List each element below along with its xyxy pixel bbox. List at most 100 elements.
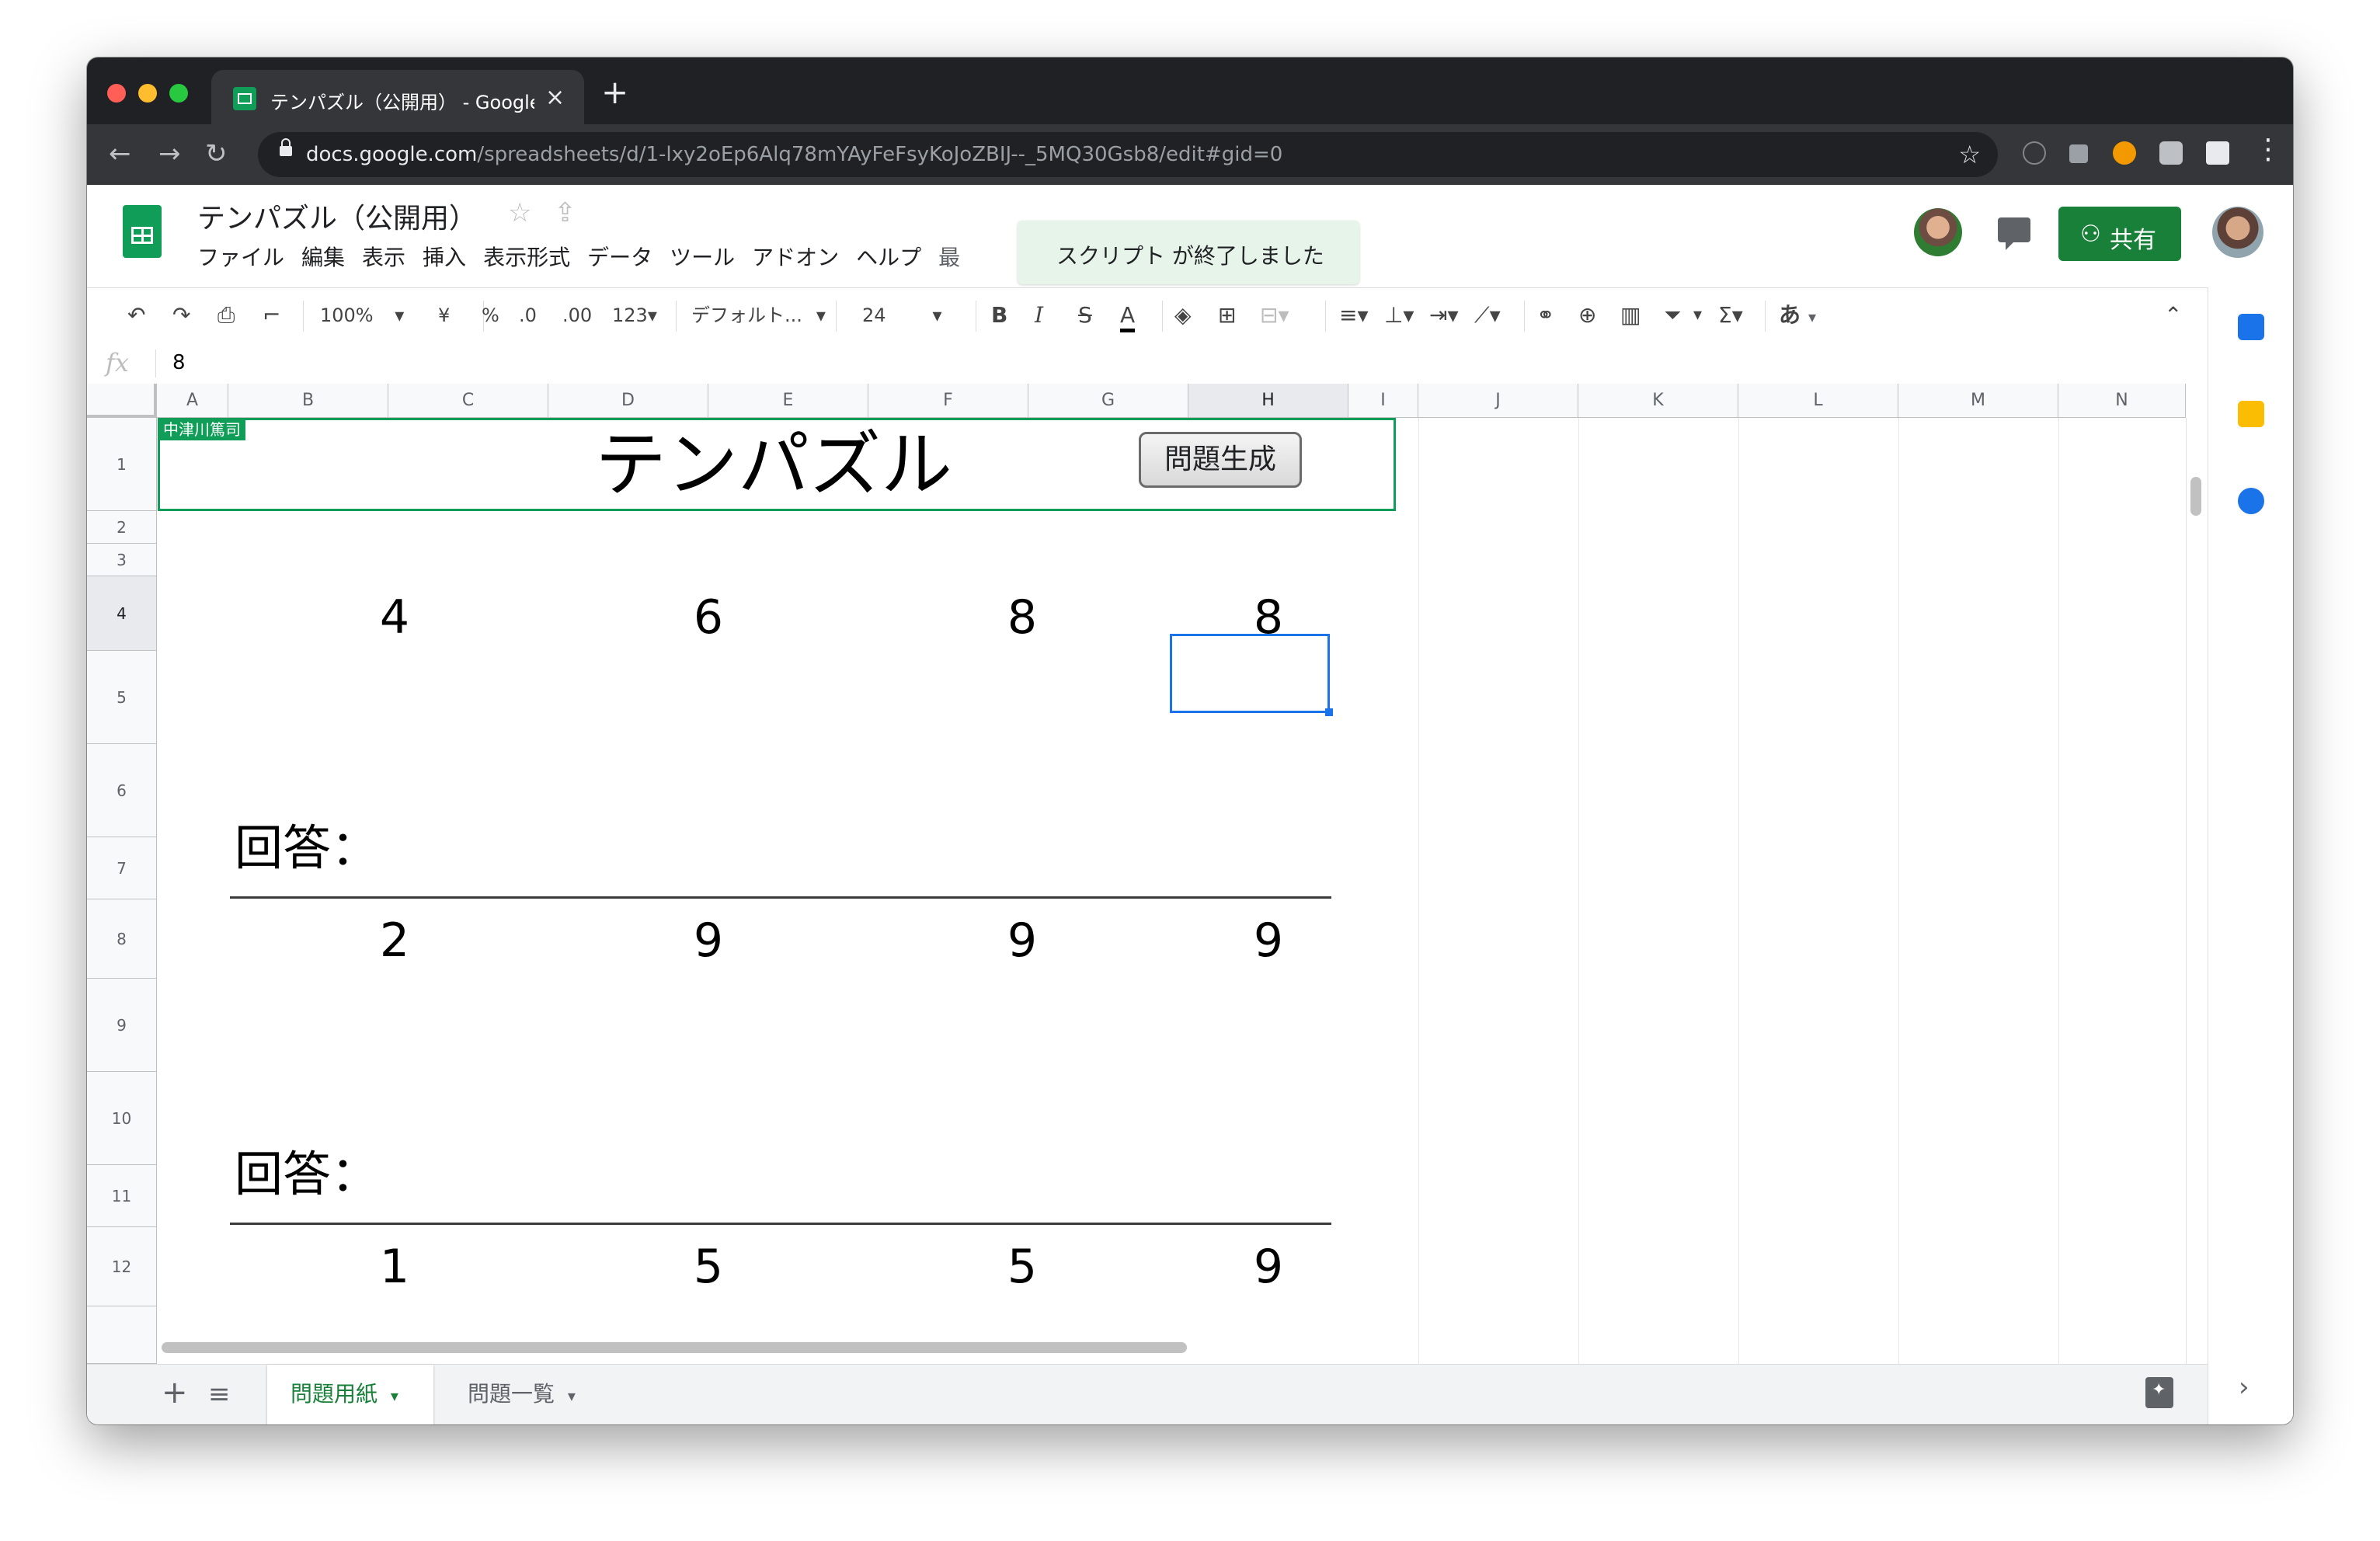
zoom-window-button[interactable] <box>169 84 188 103</box>
merge-cells-icon[interactable]: ⊟▾ <box>1260 302 1289 329</box>
forward-arrow-icon[interactable]: → <box>158 138 181 169</box>
row-header-12[interactable]: 12 <box>87 1227 157 1306</box>
column-header-d[interactable]: D <box>548 384 708 418</box>
close-window-button[interactable] <box>107 84 126 103</box>
star-icon[interactable]: ☆ <box>508 197 531 228</box>
row-header-13[interactable] <box>87 1306 157 1364</box>
column-header-k[interactable]: K <box>1578 384 1738 418</box>
account-avatar[interactable] <box>2212 207 2263 258</box>
document-title[interactable]: テンパズル（公開用） <box>197 196 477 236</box>
borders-icon[interactable]: ⊞ <box>1218 302 1236 329</box>
column-header-n[interactable]: N <box>2058 384 2186 418</box>
bookmark-star-icon[interactable]: ☆ <box>1958 140 1981 169</box>
collaborator-avatar[interactable] <box>1914 208 1962 256</box>
menu-edit[interactable]: 編集 <box>301 241 345 272</box>
puzzle-number-cell[interactable]: 6 <box>646 590 771 645</box>
bold-button[interactable]: B <box>991 302 1007 329</box>
menu-help[interactable]: ヘルプ <box>856 241 921 272</box>
menu-addons[interactable]: アドオン <box>752 241 839 272</box>
zoom-select[interactable]: 100% ▾ <box>320 302 404 329</box>
tasks-icon[interactable] <box>2238 488 2264 514</box>
menu-insert[interactable]: 挿入 <box>423 241 466 272</box>
share-button[interactable]: ⚇ 共有 <box>2058 207 2181 261</box>
collapse-menus-icon[interactable]: ⌃ <box>2164 302 2182 329</box>
back-arrow-icon[interactable]: ← <box>109 138 131 169</box>
currency-button[interactable]: ¥ <box>438 302 450 329</box>
column-header-h[interactable]: H <box>1188 384 1348 418</box>
all-sheets-icon[interactable]: ≡ <box>208 1377 231 1411</box>
browser-tab[interactable]: テンパズル（公開用） - Google ス × <box>211 70 584 124</box>
formula-input[interactable]: 8 <box>172 351 186 374</box>
column-header-f[interactable]: F <box>868 384 1028 418</box>
number-format-select[interactable]: 123▾ <box>612 302 657 329</box>
insert-link-icon[interactable]: ⚭ <box>1536 302 1554 329</box>
browser-menu-icon[interactable]: ⋮ <box>2254 134 2282 165</box>
calendar-icon[interactable] <box>2238 314 2264 340</box>
address-bar[interactable]: docs.google.com/spreadsheets/d/1-lxy2oEp… <box>258 132 1998 177</box>
font-family-select[interactable]: デフォルト... ▾ <box>691 302 826 329</box>
redo-icon[interactable]: ↷ <box>172 302 190 329</box>
row-header-6[interactable]: 6 <box>87 744 157 837</box>
puzzle-number-cell[interactable]: 9 <box>1188 1240 1348 1294</box>
row-header-7[interactable]: 7 <box>87 837 157 899</box>
menu-last-edit[interactable]: 最 <box>938 241 960 272</box>
column-header-j[interactable]: J <box>1418 384 1578 418</box>
minimize-window-button[interactable] <box>138 84 157 103</box>
row-header-3[interactable]: 3 <box>87 544 157 576</box>
sheet-tab-active[interactable]: 問題用紙 ▾ <box>267 1365 433 1424</box>
insert-comment-icon[interactable]: ⊕ <box>1578 302 1596 329</box>
info-extension-icon[interactable] <box>2023 141 2046 165</box>
paint-format-icon[interactable]: ⌐ <box>263 302 280 329</box>
decrease-decimal-button[interactable]: .0 <box>519 302 537 329</box>
generate-problem-button[interactable]: 問題生成 <box>1139 432 1302 488</box>
font-size-select[interactable]: 24 ▾ <box>862 302 942 329</box>
text-wrap-icon[interactable]: ⇥▾ <box>1429 302 1459 329</box>
tab-close-icon[interactable]: × <box>545 84 565 111</box>
vertical-align-icon[interactable]: ⊥▾ <box>1384 302 1414 329</box>
filter-views-chevron-icon[interactable]: ▾ <box>1693 302 1702 329</box>
insert-chart-icon[interactable]: ▥ <box>1620 302 1641 329</box>
column-header-c[interactable]: C <box>388 384 548 418</box>
row-header-11[interactable]: 11 <box>87 1165 157 1227</box>
column-header-l[interactable]: L <box>1738 384 1898 418</box>
functions-icon[interactable]: Σ▾ <box>1718 302 1743 329</box>
percent-button[interactable]: % <box>482 302 499 329</box>
filter-icon[interactable]: ⏷ <box>1664 302 1681 329</box>
sheets-logo-icon[interactable] <box>123 205 162 258</box>
italic-button[interactable]: I <box>1035 302 1043 329</box>
select-all-corner[interactable] <box>87 384 157 418</box>
keep-icon[interactable] <box>2238 401 2264 427</box>
row-header-5[interactable]: 5 <box>87 651 157 744</box>
puzzle-number-cell[interactable]: 2 <box>332 913 457 968</box>
new-tab-button[interactable]: + <box>601 76 628 109</box>
menu-view[interactable]: 表示 <box>362 241 405 272</box>
text-rotation-icon[interactable]: ⟋▾ <box>1474 302 1501 329</box>
column-header-m[interactable]: M <box>1898 384 2058 418</box>
side-panel-expand-icon[interactable]: › <box>2239 1372 2250 1403</box>
menu-data[interactable]: データ <box>587 241 652 272</box>
puzzle-number-cell[interactable]: 9 <box>960 913 1084 968</box>
menu-file[interactable]: ファイル <box>197 241 284 272</box>
undo-icon[interactable]: ↶ <box>127 302 145 329</box>
orange-extension-icon[interactable] <box>2113 141 2136 165</box>
puzzle-number-cell[interactable]: 5 <box>960 1240 1084 1294</box>
vertical-scrollbar[interactable] <box>2190 477 2201 516</box>
input-tools-button[interactable]: あ ▾ <box>1779 302 1816 330</box>
row-header-8[interactable]: 8 <box>87 899 157 979</box>
spreadsheet-grid[interactable]: A B C D E F G H I J K L M N 1 2 3 4 5 6 … <box>87 384 2208 1364</box>
horizontal-align-icon[interactable]: ≡▾ <box>1339 302 1369 329</box>
menu-tools[interactable]: ツール <box>670 241 735 272</box>
puzzle-number-cell[interactable]: 5 <box>646 1240 771 1294</box>
puzzle-number-cell[interactable]: 1 <box>332 1240 457 1294</box>
strikethrough-button[interactable]: S <box>1078 302 1092 329</box>
increase-decimal-button[interactable]: .00 <box>562 302 592 329</box>
menu-format[interactable]: 表示形式 <box>483 241 570 272</box>
puzzle-number-cell[interactable]: 9 <box>646 913 771 968</box>
reload-icon[interactable]: ↻ <box>205 138 228 169</box>
puzzle-number-cell[interactable]: 4 <box>332 590 457 645</box>
explore-icon[interactable] <box>2145 1377 2173 1408</box>
move-to-drive-icon[interactable]: ⇪ <box>554 197 576 228</box>
sheet-tab[interactable]: 問題一覧 ▾ <box>444 1365 611 1424</box>
column-header-g[interactable]: G <box>1028 384 1188 418</box>
row-header-1[interactable]: 1 <box>87 418 157 511</box>
